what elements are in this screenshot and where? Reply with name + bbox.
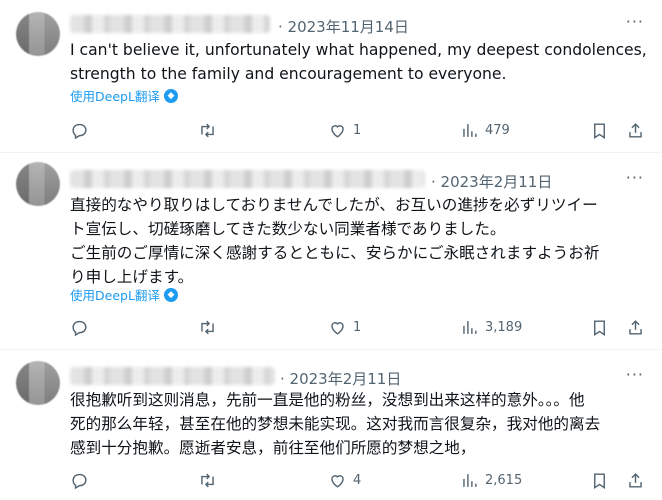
tweet-date[interactable]: · 2023年2月11日 (280, 368, 401, 389)
bookmark-icon (594, 319, 605, 336)
reply-button[interactable] (70, 118, 95, 142)
reply-icon (72, 473, 87, 489)
views-button[interactable]: 3,189 (460, 315, 522, 339)
author-name-blurred[interactable] (70, 15, 270, 33)
like-button[interactable]: 1 (328, 315, 361, 339)
reply-button[interactable] (70, 468, 95, 492)
tweet-date[interactable]: · 2023年11月14日 (278, 16, 409, 37)
repost-button[interactable] (198, 468, 223, 492)
translate-label: 使用DeepL翻译 (70, 89, 160, 104)
repost-button[interactable] (198, 118, 223, 142)
views-icon (463, 123, 477, 137)
like-count: 1 (353, 319, 362, 335)
share-button[interactable] (626, 315, 645, 339)
repost-icon (201, 473, 214, 487)
translate-link[interactable]: 使用DeepL翻译 ◆ (70, 86, 178, 105)
views-count: 479 (485, 122, 510, 138)
tweet-text-line: I can't believe it, unfortunately what h… (70, 41, 647, 59)
like-button[interactable]: 4 (328, 468, 361, 492)
reply-icon (72, 123, 87, 139)
repost-icon (201, 320, 214, 334)
bookmark-icon (594, 122, 605, 139)
tweet-text-line: 直接的なやり取りはしておりませんでしたが、お互いの進捗を必ずリツイー (70, 196, 598, 214)
tweet-1[interactable]: · 2023年11月14日 ··· I can't believe it, un… (0, 0, 662, 153)
tweet-text-line: strength to the family and encouragement… (70, 65, 507, 83)
deepl-icon: ◆ (163, 88, 178, 103)
like-count: 1 (353, 122, 362, 138)
share-icon (629, 122, 642, 138)
bookmark-icon (594, 472, 605, 489)
like-button[interactable]: 1 (328, 118, 361, 142)
avatar[interactable] (16, 162, 60, 206)
tweet-2[interactable]: · 2023年2月11日 ··· 直接的なやり取りはしておりませんでしたが、お互… (0, 152, 662, 350)
translate-link[interactable]: 使用DeepL翻译 ◆ (70, 285, 178, 304)
repost-icon (201, 123, 214, 137)
heart-icon (331, 321, 344, 335)
views-button[interactable]: 2,615 (460, 468, 522, 492)
tweet-3[interactable]: · 2023年2月11日 ··· 很抱歉听到这则消息，先前一直是他的粉丝，没想到… (0, 349, 662, 500)
views-button[interactable]: 479 (460, 118, 510, 142)
action-bar: 1 3,189 (70, 315, 645, 339)
tweet-text-line: 死的那么年轻，甚至在他的梦想未能实现。这对我而言很复杂，我对他的离去 (70, 415, 601, 433)
more-icon[interactable]: ··· (626, 365, 644, 384)
like-count: 4 (353, 472, 362, 488)
tweet-date[interactable]: · 2023年2月11日 (431, 171, 552, 192)
bookmark-button[interactable] (590, 468, 609, 492)
author-name-blurred[interactable] (70, 170, 425, 188)
more-icon[interactable]: ··· (626, 12, 644, 31)
deepl-icon: ◆ (163, 287, 178, 302)
views-icon (463, 473, 477, 487)
views-count: 3,189 (485, 319, 523, 335)
tweet-text: I can't believe it, unfortunately what h… (70, 38, 647, 86)
action-bar: 4 2,615 (70, 468, 645, 492)
action-bar: 1 479 (70, 118, 645, 142)
views-icon (463, 320, 477, 334)
heart-icon (331, 474, 344, 488)
bookmark-button[interactable] (590, 315, 609, 339)
repost-button[interactable] (198, 315, 223, 339)
translate-label: 使用DeepL翻译 (70, 288, 160, 303)
tweet-text: 直接的なやり取りはしておりませんでしたが、お互いの進捗を必ずリツイー ト宣伝し、… (70, 193, 645, 289)
avatar[interactable] (16, 361, 60, 405)
heart-icon (331, 124, 344, 138)
avatar[interactable] (16, 12, 60, 56)
share-button[interactable] (626, 118, 645, 142)
share-icon (629, 319, 642, 335)
share-button[interactable] (626, 468, 645, 492)
tweet-text-line: ご生前のご厚情に深く感謝するとともに、安らかにご永眠されますようお祈 (70, 244, 600, 262)
more-icon[interactable]: ··· (626, 168, 644, 187)
reply-icon (72, 320, 87, 336)
tweet-text-line: 感到十分抱歉。愿逝者安息，前往至他们所愿的梦想之地， (70, 439, 476, 457)
reply-button[interactable] (70, 315, 95, 339)
tweet-text-line: 很抱歉听到这则消息，先前一直是他的粉丝，没想到出来这样的意外。。。他 (70, 391, 585, 409)
tweet-text: 很抱歉听到这则消息，先前一直是他的粉丝，没想到出来这样的意外。。。他 死的那么年… (70, 388, 645, 460)
author-name-blurred[interactable] (70, 367, 275, 385)
share-icon (629, 472, 642, 488)
bookmark-button[interactable] (590, 118, 609, 142)
views-count: 2,615 (485, 472, 523, 488)
tweet-text-line: ト宣伝し、切磋琢磨してきた数少ない同業者様でありました。 (70, 220, 506, 238)
